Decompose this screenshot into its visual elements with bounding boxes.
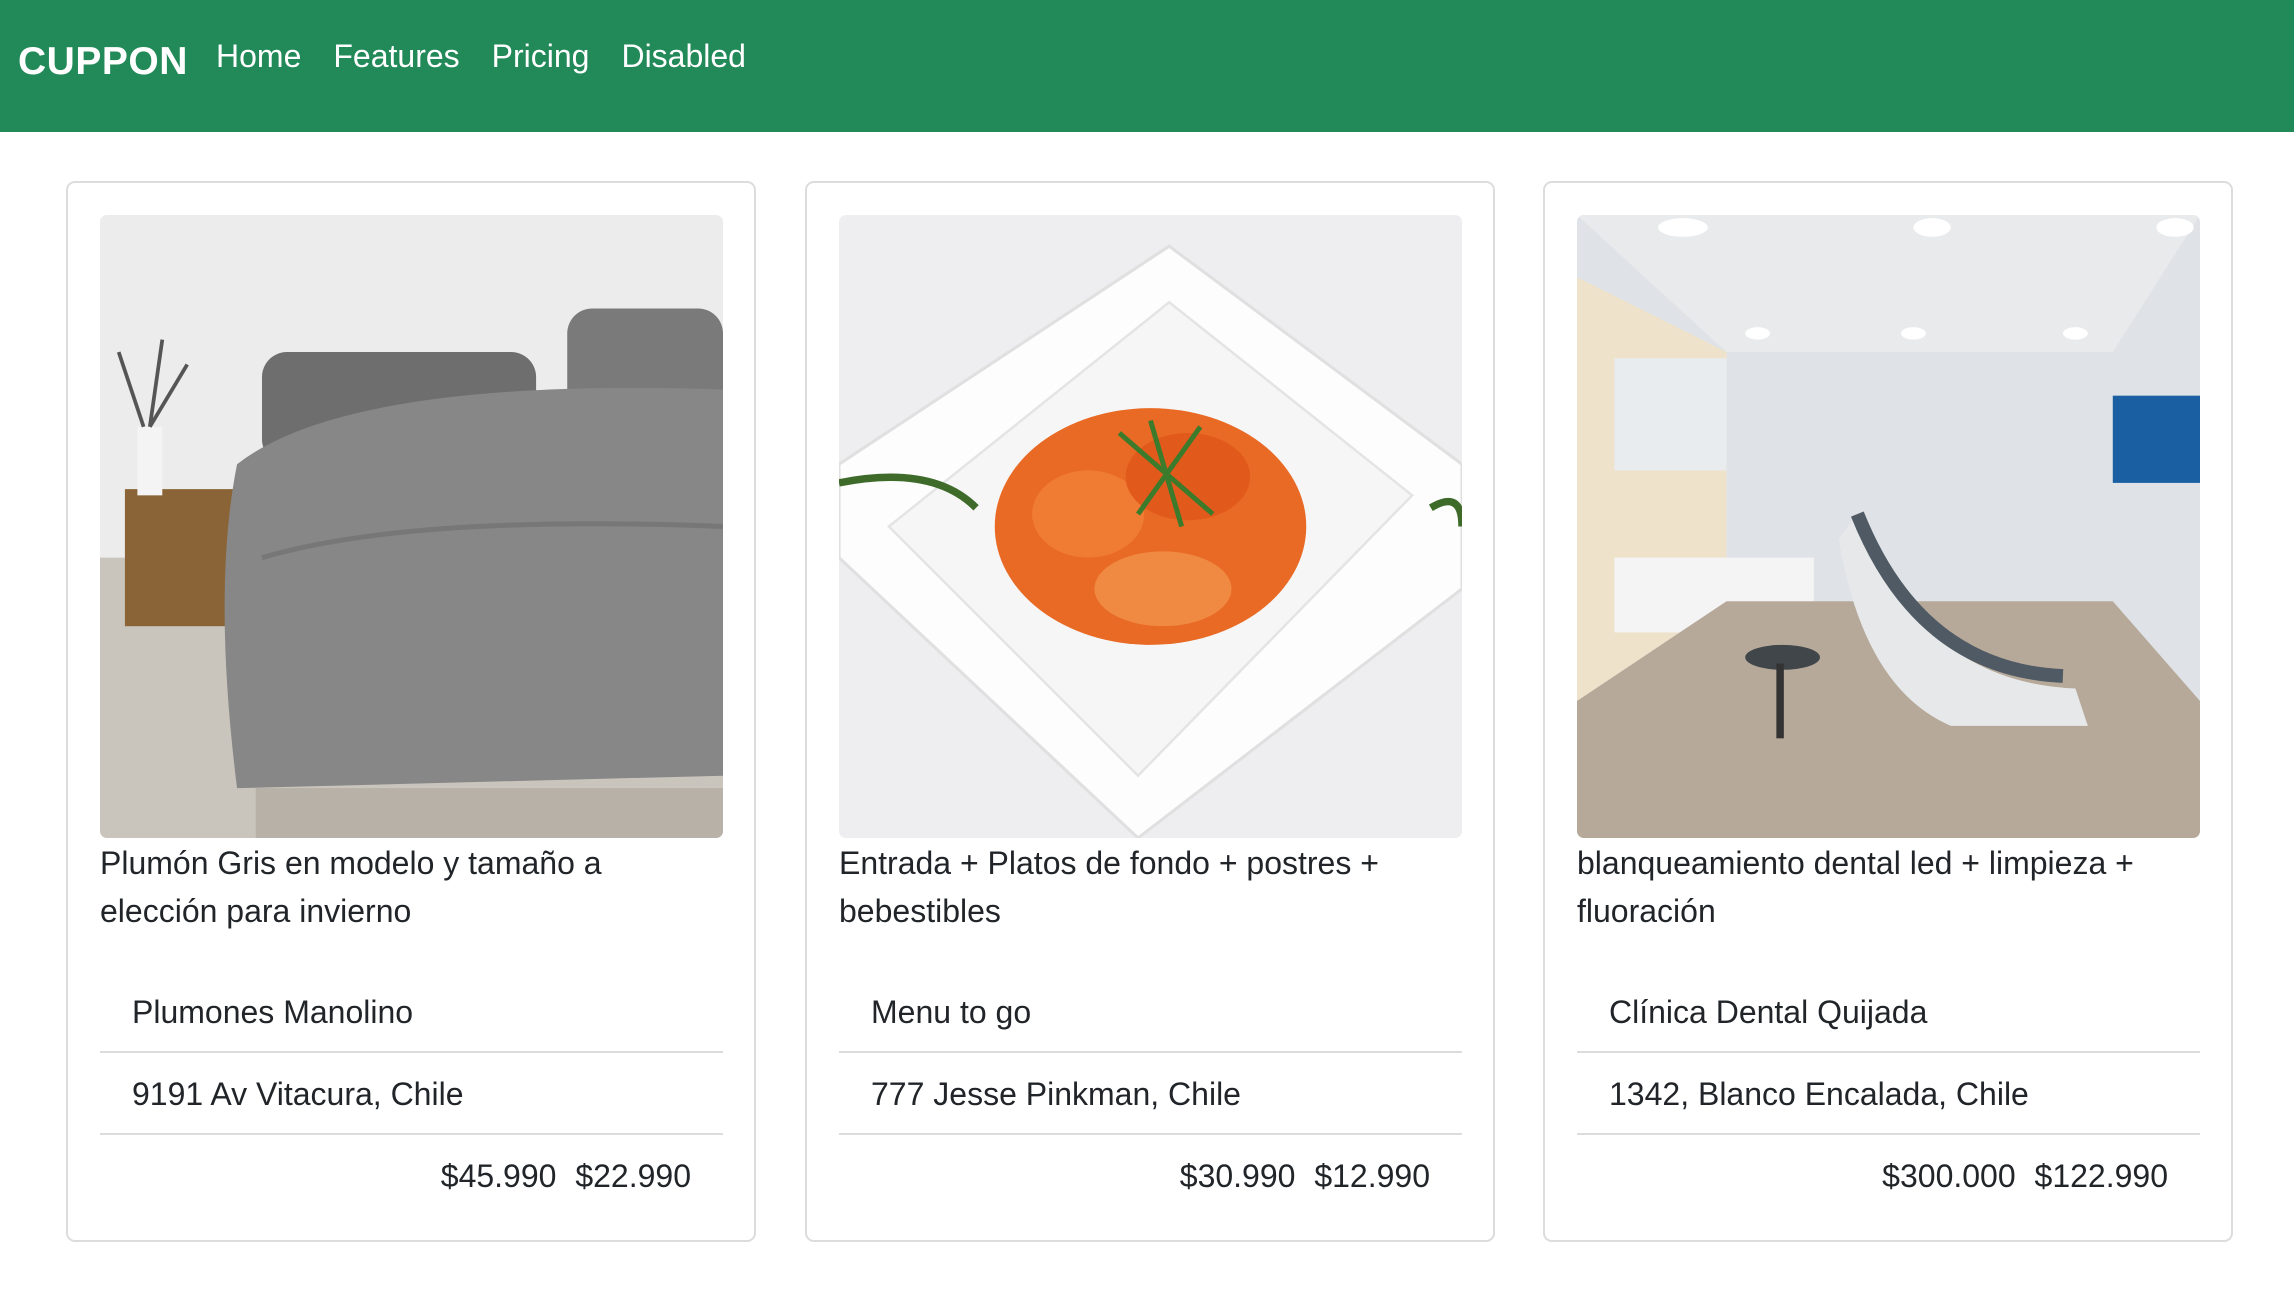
dental-clinic-photo[interactable] [1577,215,2200,838]
old-price: $300.000 [1882,1158,2016,1194]
brand-logo[interactable]: CUPPON [18,40,188,84]
nav-link-features[interactable]: Features [333,38,459,75]
nav-links: Home Features Pricing Disabled [216,38,778,75]
card-title: Entrada + Platos de fondo + postres + be… [839,845,1379,929]
card-details: Menu to go 777 Jesse Pinkman, Chile $30.… [839,971,1462,1217]
deal-card[interactable]: Entrada + Platos de fondo + postres + be… [805,181,1495,1242]
navbar: CUPPON Home Features Pricing Disabled [0,0,2294,132]
deal-card[interactable]: Plumón Gris en modelo y tamaño a elecció… [66,181,756,1242]
store-name: Plumones Manolino [100,971,723,1053]
store-address: 777 Jesse Pinkman, Chile [839,1053,1462,1135]
old-price: $30.990 [1179,1158,1296,1194]
card-details: Plumones Manolino 9191 Av Vitacura, Chil… [100,971,723,1217]
nav-link-pricing[interactable]: Pricing [492,38,590,75]
food-photo[interactable] [839,215,1462,838]
store-name: Clínica Dental Quijada [1577,971,2200,1053]
new-price: $122.990 [2034,1158,2168,1194]
new-price: $22.990 [575,1158,691,1194]
store-address: 1342, Blanco Encalada, Chile [1577,1053,2200,1135]
store-address: 9191 Av Vitacura, Chile [100,1053,723,1135]
card-details: Clínica Dental Quijada 1342, Blanco Enca… [1577,971,2200,1217]
price-row: $45.990 $22.990 [100,1135,723,1217]
old-price: $45.990 [440,1158,557,1194]
card-title: blanqueamiento dental led + limpieza + f… [1577,845,2134,929]
price-row: $300.000 $122.990 [1577,1135,2200,1217]
nav-link-disabled[interactable]: Disabled [621,38,746,75]
bed-photo[interactable] [100,215,723,838]
new-price: $12.990 [1314,1158,1430,1194]
deal-card[interactable]: blanqueamiento dental led + limpieza + f… [1543,181,2233,1242]
price-row: $30.990 $12.990 [839,1135,1462,1217]
store-name: Menu to go [839,971,1462,1053]
nav-link-home[interactable]: Home [216,38,301,75]
card-title: Plumón Gris en modelo y tamaño a elecció… [100,845,602,929]
